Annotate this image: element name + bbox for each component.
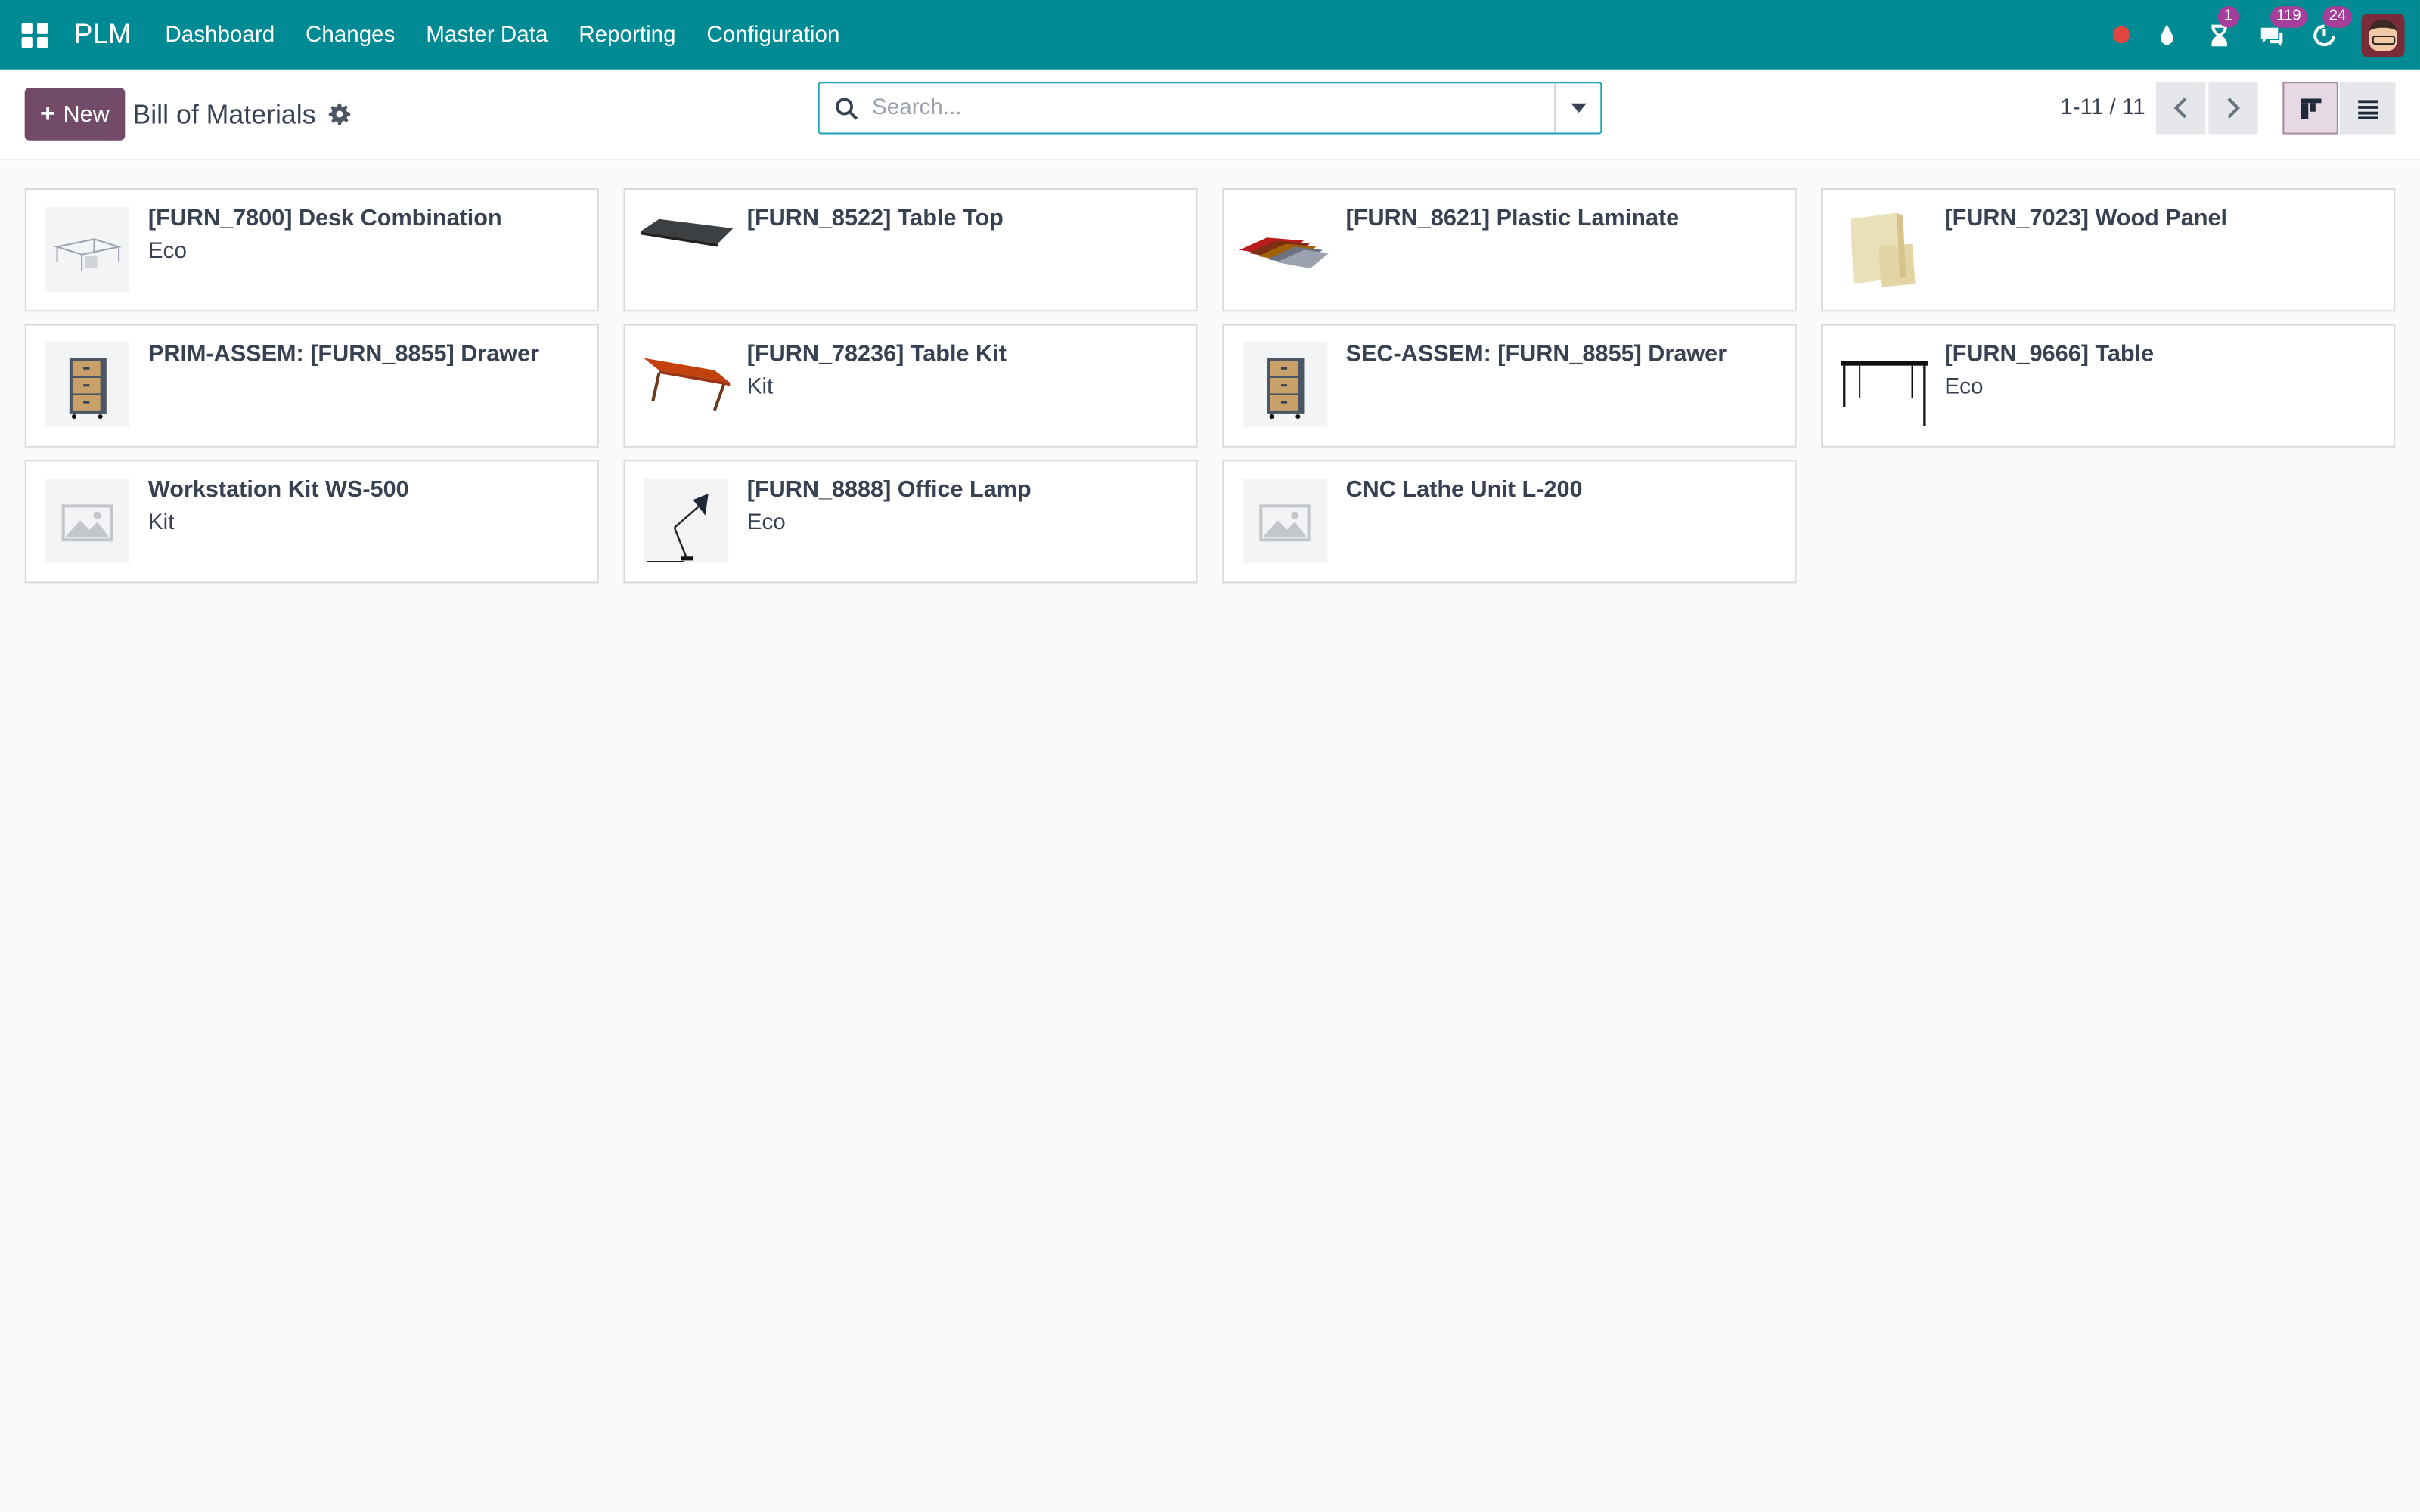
product-image — [39, 472, 136, 569]
search-options-toggle[interactable] — [1554, 83, 1600, 133]
search-icon[interactable] — [820, 97, 872, 120]
card-title: [FURN_7800] Desk Combination — [147, 205, 502, 232]
caret-down-icon — [1570, 103, 1586, 113]
pager-previous-button[interactable] — [2155, 82, 2206, 135]
card-type: Eco — [1944, 374, 1984, 400]
pager-value[interactable]: 1-11 / 11 — [2060, 96, 2145, 121]
kanban-icon — [2300, 98, 2321, 119]
updates-clock-icon[interactable]: 24 — [2309, 5, 2353, 51]
card-title: [FURN_9666] Table — [1944, 341, 2155, 367]
product-image — [1236, 472, 1334, 569]
card-title: [FURN_8621] Plastic Laminate — [1345, 205, 1680, 232]
list-icon — [2357, 99, 2378, 119]
product-image — [39, 336, 136, 434]
gear-icon[interactable] — [327, 103, 350, 125]
card-title: CNC Lathe Unit L-200 — [1345, 476, 1583, 503]
updates-badge: 24 — [2322, 5, 2353, 27]
search-bar — [818, 82, 1602, 135]
activities-badge: 1 — [2217, 5, 2239, 27]
kanban-card[interactable]: [FURN_8522] Table Top — [623, 187, 1198, 312]
card-title: [FURN_78236] Table Kit — [746, 341, 1007, 367]
control-panel: + New Bill of Materials 1-11 / 11 — [0, 69, 2420, 161]
main-menu: Dashboard Changes Master Data Reporting … — [150, 23, 855, 48]
menu-master-data[interactable]: Master Data — [411, 23, 563, 48]
card-title: [FURN_8888] Office Lamp — [746, 476, 1032, 503]
new-button-label: New — [63, 101, 110, 128]
search-input[interactable] — [872, 95, 1555, 121]
product-image — [1835, 336, 1933, 434]
kanban-view-button[interactable] — [2282, 82, 2338, 135]
kanban-card[interactable]: PRIM-ASSEM: [FURN_8855] Drawer — [24, 324, 599, 448]
page-title: Bill of Materials — [132, 98, 316, 129]
kanban-grid: [FURN_7800] Desk Combination Eco [FURN_852… — [0, 160, 2420, 611]
kanban-card[interactable]: [FURN_7800] Desk Combination Eco — [24, 187, 599, 312]
kanban-card[interactable]: [FURN_8888] Office Lamp Eco — [623, 460, 1198, 584]
top-navbar: PLM Dashboard Changes Master Data Report… — [0, 0, 2420, 70]
card-title: [FURN_8522] Table Top — [746, 205, 1004, 232]
product-image — [39, 200, 136, 298]
menu-configuration[interactable]: Configuration — [691, 23, 855, 48]
card-type: Eco — [147, 239, 187, 264]
drop-icon[interactable] — [2152, 20, 2183, 51]
messages-badge: 119 — [2270, 5, 2307, 27]
kanban-card[interactable]: [FURN_7023] Wood Panel — [1821, 187, 2396, 312]
menu-reporting[interactable]: Reporting — [563, 23, 691, 48]
pager-next-button[interactable] — [2208, 82, 2258, 135]
kanban-card[interactable]: [FURN_8621] Plastic Laminate — [1222, 187, 1797, 312]
card-type: Eco — [746, 510, 786, 536]
card-title: [FURN_7023] Wood Panel — [1944, 205, 2228, 232]
card-title: PRIM-ASSEM: [FURN_8855] Drawer — [147, 341, 540, 367]
menu-changes[interactable]: Changes — [290, 23, 411, 48]
product-image — [1835, 200, 1933, 298]
status-dot-icon[interactable] — [2112, 26, 2130, 44]
product-image — [638, 472, 735, 569]
kanban-card[interactable]: Workstation Kit WS-500 Kit — [24, 460, 599, 584]
list-view-button[interactable] — [2339, 82, 2396, 135]
kanban-card[interactable]: CNC Lathe Unit L-200 — [1222, 460, 1797, 584]
chevron-left-icon — [2173, 98, 2187, 119]
new-button[interactable]: + New — [24, 88, 126, 141]
app-menu-icon[interactable] — [18, 20, 49, 51]
product-image — [638, 336, 735, 434]
messages-icon[interactable]: 119 — [2257, 5, 2307, 51]
chevron-right-icon — [2227, 98, 2241, 119]
app-brand[interactable]: PLM — [74, 18, 132, 51]
menu-dashboard[interactable]: Dashboard — [150, 23, 290, 48]
card-type: Kit — [746, 374, 774, 400]
kanban-card[interactable]: SEC-ASSEM: [FURN_8855] Drawer — [1222, 324, 1797, 448]
user-avatar[interactable] — [2361, 13, 2405, 57]
product-image — [638, 200, 735, 298]
card-type: Kit — [147, 510, 175, 536]
activities-hourglass-icon[interactable]: 1 — [2204, 5, 2239, 51]
card-title: SEC-ASSEM: [FURN_8855] Drawer — [1345, 341, 1727, 367]
kanban-card[interactable]: [FURN_9666] Table Eco — [1821, 324, 2396, 448]
product-image — [1236, 336, 1334, 434]
plus-icon: + — [40, 98, 56, 129]
card-title: Workstation Kit WS-500 — [147, 476, 409, 503]
kanban-card[interactable]: [FURN_78236] Table Kit Kit — [623, 324, 1198, 448]
product-image — [1236, 200, 1334, 298]
